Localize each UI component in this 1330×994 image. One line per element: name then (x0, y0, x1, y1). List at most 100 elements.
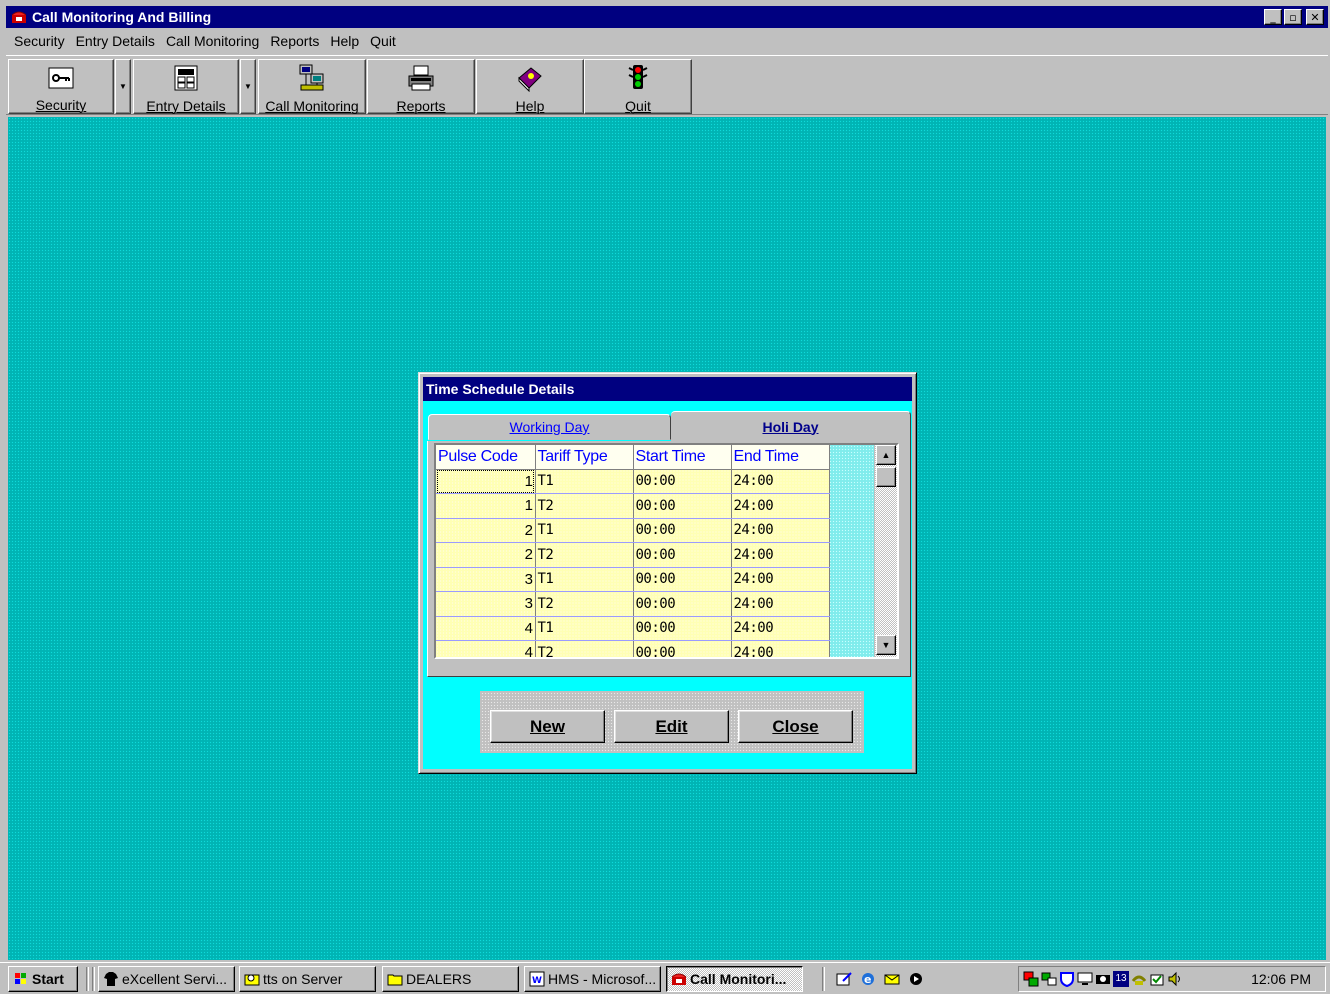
edit-button[interactable]: Edit (614, 710, 729, 743)
monitor-icon[interactable] (1077, 971, 1093, 987)
grid-vertical-scrollbar[interactable]: ▲ ▼ (874, 445, 897, 657)
cell-tariff-type[interactable]: T2 (535, 542, 634, 568)
folder-icon (387, 971, 403, 987)
table-row[interactable]: 3 T1 00:00 24:00 (436, 567, 830, 592)
menu-reports[interactable]: Reports (264, 33, 324, 49)
outlook-express-icon[interactable] (884, 971, 900, 987)
cell-pulse-code[interactable]: 2 (436, 518, 536, 543)
cell-start-time[interactable]: 00:00 (633, 518, 732, 543)
scroll-down-button[interactable]: ▼ (876, 635, 896, 655)
menu-entry-details[interactable]: Entry Details (70, 33, 160, 49)
cell-end-time[interactable]: 24:00 (731, 567, 830, 592)
taskbar-item-tts-on-server[interactable]: tts on Server (239, 966, 376, 992)
entry-details-dropdown-arrow[interactable]: ▼ (240, 59, 256, 114)
cell-start-time[interactable]: 00:00 (633, 542, 732, 568)
table-row[interactable]: 3 T2 00:00 24:00 (436, 591, 830, 617)
toolbar-entry-details-button[interactable]: Entry Details (133, 59, 239, 114)
table-row[interactable]: 4 T1 00:00 24:00 (436, 616, 830, 641)
cell-end-time[interactable]: 24:00 (731, 469, 830, 494)
new-button[interactable]: New (490, 710, 605, 743)
cell-start-time[interactable]: 00:00 (633, 493, 732, 519)
taskbar-item-hms-word[interactable]: W HMS - Microsof... (524, 966, 661, 992)
schedule-grid[interactable]: Pulse Code Tariff Type Start Time End Ti… (434, 443, 899, 659)
window-title-bar[interactable]: Call Monitoring And Billing _ ▫ ✕ (6, 6, 1328, 28)
cell-pulse-code[interactable]: 3 (436, 567, 536, 592)
cell-pulse-code[interactable]: 4 (436, 640, 536, 657)
column-header-pulse-code[interactable]: Pulse Code (436, 445, 536, 470)
table-row[interactable]: 1 T1 00:00 24:00 (436, 469, 830, 494)
menu-security[interactable]: Security (8, 33, 70, 49)
tab-working-day[interactable]: Working Day (428, 414, 671, 440)
toolbar-quit-button[interactable]: Quit (584, 59, 692, 114)
cell-end-time[interactable]: 24:00 (731, 518, 830, 543)
media-player-icon[interactable] (908, 971, 924, 987)
column-header-end-time[interactable]: End Time (731, 445, 830, 470)
taskbar-item-dealers[interactable]: DEALERS (382, 966, 519, 992)
tab-holi-day[interactable]: Holi Day (671, 411, 911, 441)
restore-icon: ▫ (1289, 10, 1297, 24)
toolbar-help-label: Help (515, 98, 545, 114)
cell-start-time[interactable]: 00:00 (633, 469, 732, 494)
cell-tariff-type[interactable]: T2 (535, 591, 634, 617)
cell-end-time[interactable]: 24:00 (731, 542, 830, 568)
printer-icon (405, 64, 437, 92)
close-dialog-button[interactable]: Close (738, 710, 853, 743)
telephone-tray-icon[interactable] (1131, 971, 1147, 987)
computers-icon[interactable] (1041, 971, 1057, 987)
cell-start-time[interactable]: 00:00 (633, 567, 732, 592)
toolbar-help-button[interactable]: Help (476, 59, 584, 114)
scroll-up-button[interactable]: ▲ (876, 445, 896, 465)
cell-tariff-type[interactable]: T1 (535, 469, 634, 494)
cell-pulse-code[interactable]: 4 (436, 616, 536, 641)
column-header-start-time[interactable]: Start Time (633, 445, 732, 470)
camera-icon[interactable] (1095, 971, 1111, 987)
scroll-thumb[interactable] (876, 467, 896, 487)
toolbar-reports-button[interactable]: Reports (367, 59, 475, 114)
cell-tariff-type[interactable]: T2 (535, 493, 634, 519)
cell-tariff-type[interactable]: T1 (535, 567, 634, 592)
taskbar-item-excellent-service[interactable]: eXcellent Servi... (98, 966, 235, 992)
close-button[interactable]: ✕ (1306, 9, 1324, 25)
cell-tariff-type[interactable]: T1 (535, 616, 634, 641)
menu-help[interactable]: Help (324, 33, 364, 49)
badge-count-icon[interactable]: 13 (1113, 971, 1129, 987)
menu-call-monitoring[interactable]: Call Monitoring (160, 33, 264, 49)
cell-pulse-code[interactable]: 1 (436, 469, 536, 494)
cell-start-time[interactable]: 00:00 (633, 591, 732, 617)
table-row[interactable]: 2 T1 00:00 24:00 (436, 518, 830, 543)
menu-quit[interactable]: Quit (364, 33, 401, 49)
cell-pulse-code[interactable]: 2 (436, 542, 536, 568)
cell-end-time[interactable]: 24:00 (731, 640, 830, 657)
windows-logo-icon (13, 971, 29, 987)
cell-end-time[interactable]: 24:00 (731, 493, 830, 519)
taskbar-item-call-monitoring[interactable]: Call Monitori... (666, 966, 803, 992)
cell-pulse-code[interactable]: 1 (436, 493, 536, 519)
cell-tariff-type[interactable]: T1 (535, 518, 634, 543)
window-title: Call Monitoring And Billing (32, 9, 212, 25)
toolbar-security-button[interactable]: Security (8, 59, 114, 114)
cell-pulse-code[interactable]: 3 (436, 591, 536, 617)
cell-end-time[interactable]: 24:00 (731, 616, 830, 641)
toolbar-call-monitoring-button[interactable]: Call Monitoring (258, 59, 366, 114)
clock[interactable]: 12:06 PM (1251, 971, 1311, 987)
antivirus-shield-icon[interactable] (1059, 971, 1075, 988)
column-header-tariff-type[interactable]: Tariff Type (535, 445, 634, 470)
cell-start-time[interactable]: 00:00 (633, 616, 732, 641)
speaker-icon[interactable] (1167, 971, 1183, 987)
cell-tariff-type[interactable]: T2 (535, 640, 634, 657)
dialog-title-bar[interactable]: Time Schedule Details (423, 377, 912, 401)
show-desktop-icon[interactable] (836, 971, 852, 987)
table-row[interactable]: 4 T2 00:00 24:00 (436, 640, 830, 657)
start-button[interactable]: Start (8, 966, 78, 992)
table-row[interactable]: 2 T2 00:00 24:00 (436, 542, 830, 568)
table-row[interactable]: 1 T2 00:00 24:00 (436, 493, 830, 519)
cell-start-time[interactable]: 00:00 (633, 640, 732, 657)
dropdown-arrow-icon: ▼ (119, 82, 127, 91)
security-dropdown-arrow[interactable]: ▼ (115, 59, 131, 114)
cell-end-time[interactable]: 24:00 (731, 591, 830, 617)
minimize-button[interactable]: _ (1264, 9, 1282, 25)
maximize-button[interactable]: ▫ (1284, 9, 1302, 25)
scheduler-icon[interactable] (1149, 971, 1165, 987)
internet-explorer-icon[interactable]: e (860, 971, 876, 987)
network-icon[interactable] (1023, 971, 1039, 987)
